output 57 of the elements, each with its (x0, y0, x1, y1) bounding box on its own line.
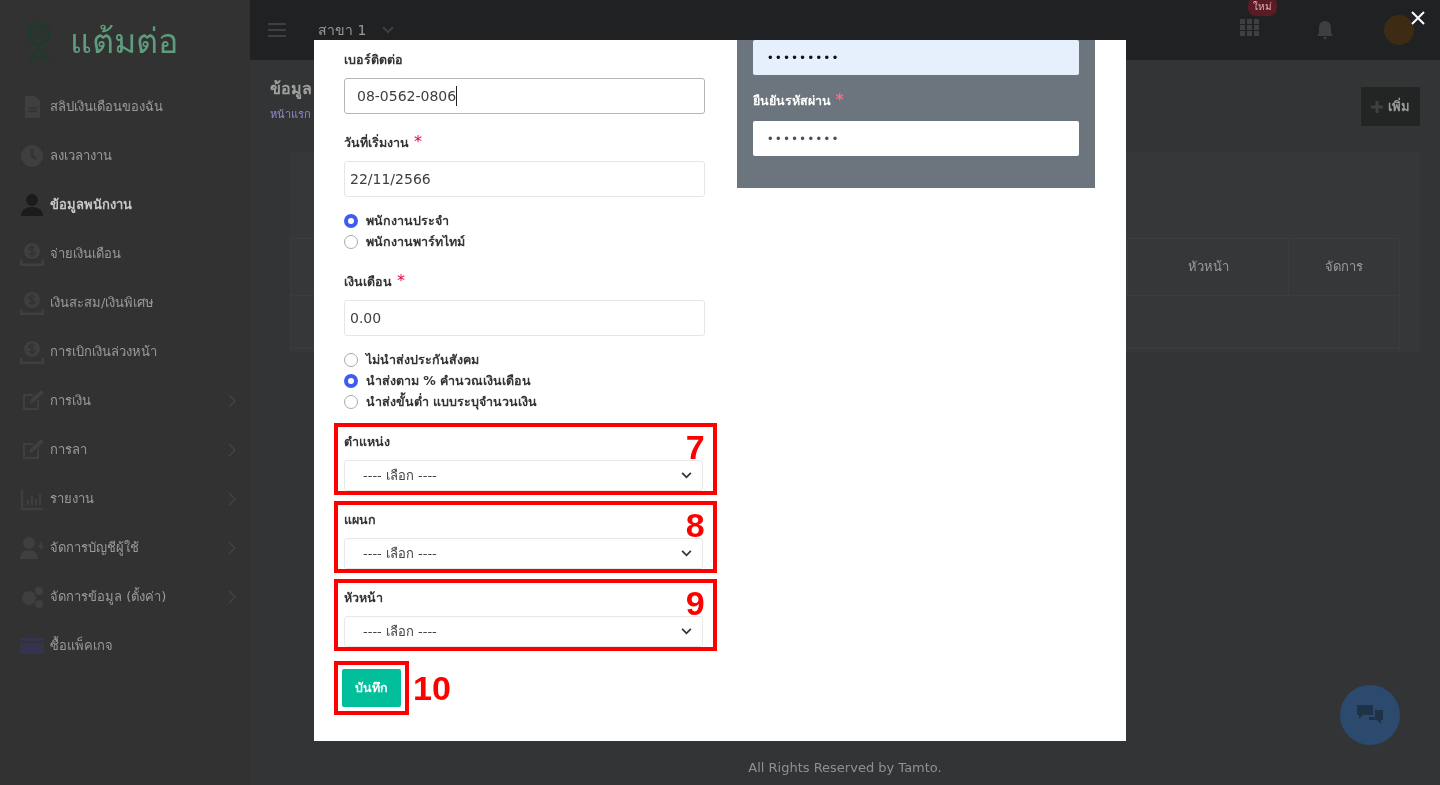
sidebar-item[interactable]: การเบิกเงินล่วงหน้า (20, 327, 250, 376)
field-label: ตำแหน่ง (344, 433, 390, 451)
sidebar-item[interactable]: สลิปเงินเดือนของฉัน (20, 82, 250, 131)
menu-icon[interactable] (268, 23, 286, 37)
sidebar-item[interactable]: ซื้อแพ็คเกจ (20, 621, 250, 670)
sidebar-item[interactable]: ข้อมูลพนักงาน (20, 180, 250, 229)
logo-text: แต้มต่อ (70, 20, 178, 63)
footer-text: All Rights Reserved by Tamto. (748, 760, 942, 775)
chevron-down-icon (680, 472, 692, 479)
field-label: เงินเดือน (344, 273, 392, 291)
password-field[interactable]: ••••••••• (752, 121, 1079, 156)
select-dropdown[interactable]: ---- เลือก ---- (344, 460, 703, 491)
radio-option[interactable]: ไม่นำส่งประกันสังคม (344, 350, 717, 369)
chevron-down-icon (680, 550, 692, 557)
branch-selector[interactable]: สาขา 1 (318, 19, 367, 41)
input-field[interactable]: 08-0562-0806 (344, 78, 705, 114)
sidebar-item[interactable]: รายงาน (20, 474, 250, 523)
sidebar-item[interactable]: ลงเวลางาน (20, 131, 250, 180)
field-label: ยืนยันรหัสผ่าน (752, 92, 831, 110)
sidebar-item[interactable]: จัดการข้อมูล (ตั้งค่า) (20, 572, 250, 621)
plus-icon (1371, 100, 1383, 113)
radio-option[interactable]: พนักงานพาร์ทไทม์ (344, 232, 717, 251)
input-field[interactable]: 0.00 (344, 300, 705, 336)
new-badge: ใหม่ (1248, 0, 1277, 16)
select-dropdown[interactable]: ---- เลือก ---- (344, 538, 703, 569)
sidebar-item[interactable]: เงินสะสม/เงินพิเศษ (20, 278, 250, 327)
sidebar-item[interactable]: จ่ายเงินเดือน (20, 229, 250, 278)
input-field[interactable]: 22/11/2566 (344, 161, 705, 197)
add-button[interactable]: เพิ่ม (1361, 87, 1420, 126)
page-title: ข้อมูล (270, 78, 312, 101)
select-dropdown[interactable]: ---- เลือก ---- (344, 616, 703, 647)
chevron-down-icon[interactable] (382, 26, 395, 34)
radio-option[interactable]: นำส่งขั้นต่ำ แบบระบุจำนวนเงิน (344, 392, 717, 411)
required-mark: * (835, 91, 844, 109)
radio-button[interactable] (344, 213, 358, 228)
field-label: เบอร์ติดต่อ (344, 51, 403, 69)
radio-option[interactable]: พนักงานประจำ (344, 211, 717, 230)
sidebar-item[interactable]: จัดการบัญชีผู้ใช้ (20, 523, 250, 572)
required-mark: * (397, 271, 405, 290)
bell-icon[interactable] (1316, 20, 1334, 40)
breadcrumb-link[interactable]: หน้าแรก (270, 105, 312, 123)
radio-option[interactable]: นำส่งตาม % คำนวณเงินเดือน (344, 371, 717, 390)
grid-icon[interactable] (1240, 19, 1260, 37)
password-field[interactable]: ••••••••• (752, 40, 1079, 75)
sidebar-item[interactable]: การลา (20, 425, 250, 474)
column-header: จัดการ (1288, 239, 1399, 295)
chevron-down-icon (680, 628, 692, 635)
sidebar-item[interactable]: การเงิน (20, 376, 250, 425)
required-mark: * (414, 132, 422, 151)
annotation-number: 10 (413, 668, 451, 708)
column-header: หัวหน้า (1127, 239, 1288, 295)
close-icon[interactable] (1411, 11, 1425, 25)
field-label: แผนก (344, 511, 376, 529)
radio-button[interactable] (344, 373, 358, 388)
chat-button[interactable] (1340, 685, 1400, 745)
field-label: วันที่เริ่มงาน (344, 133, 409, 152)
field-label: หัวหน้า (344, 589, 383, 607)
